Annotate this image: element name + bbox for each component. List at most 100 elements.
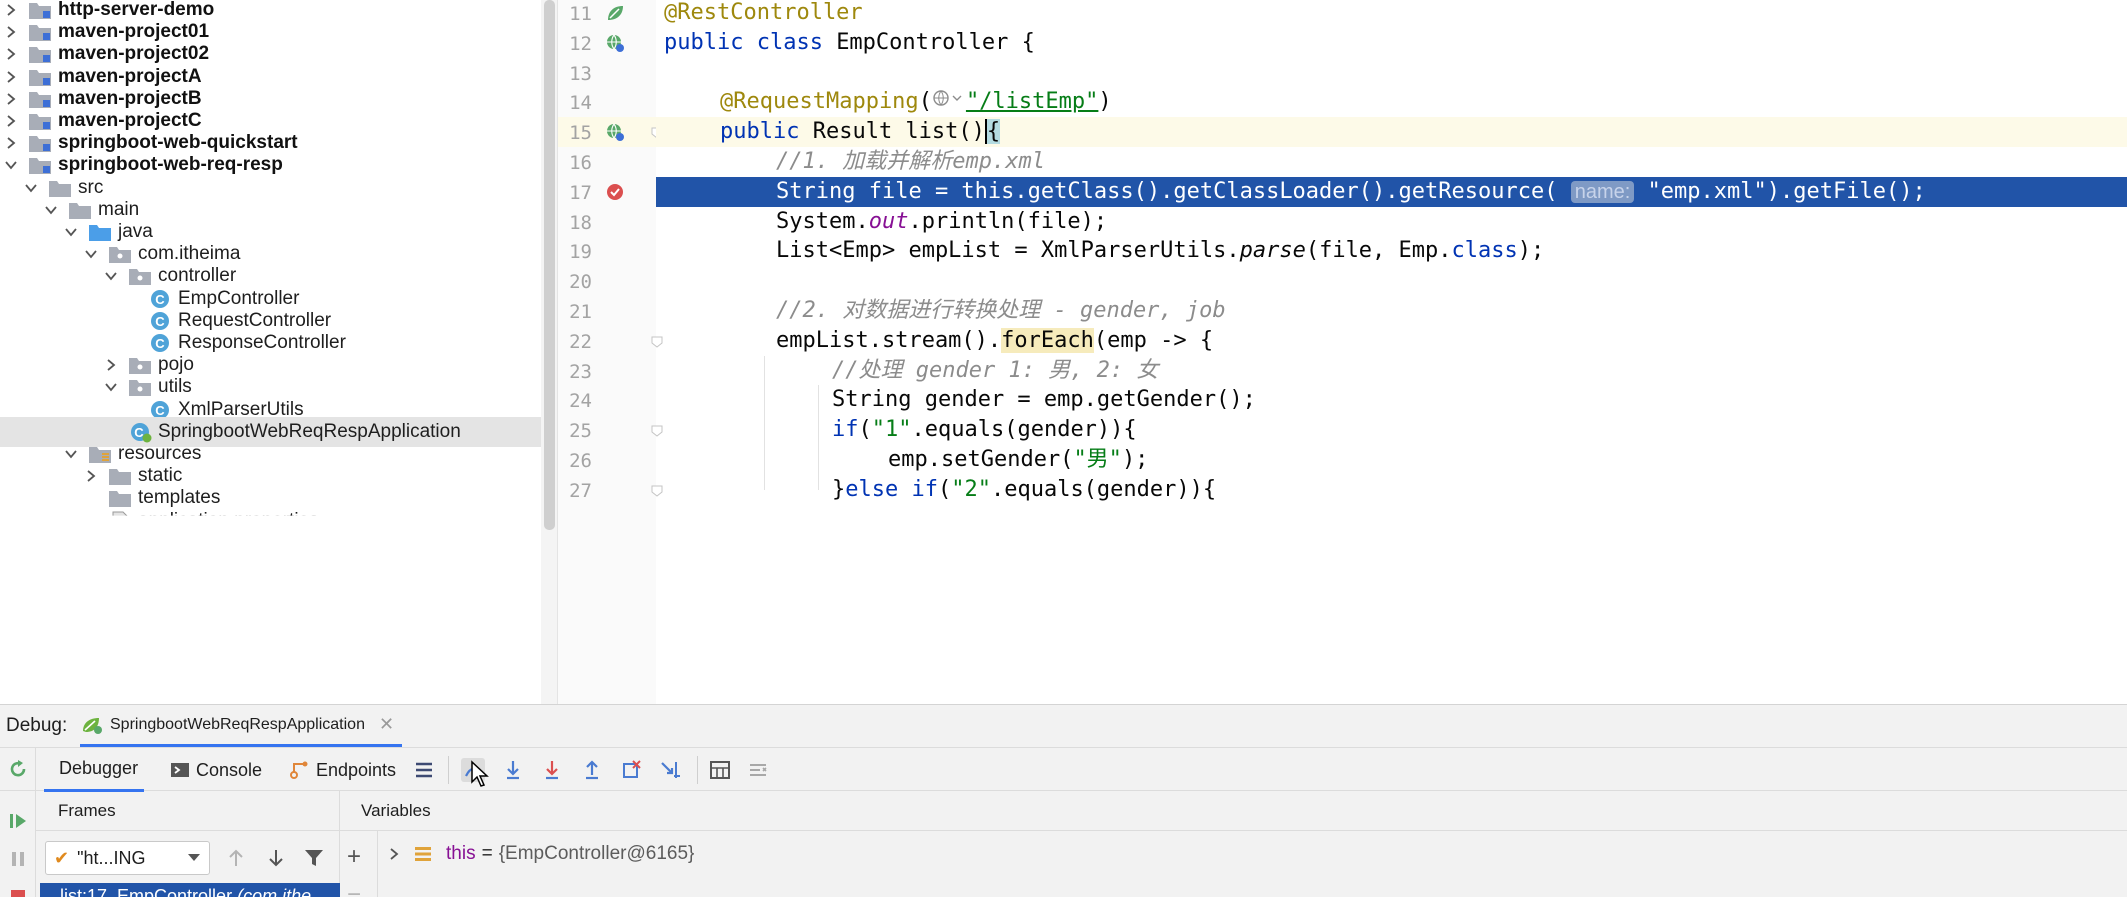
code-line[interactable]: String gender = emp.getGender(); [656,385,2127,415]
code-token: "男" [1073,447,1122,472]
code-editor[interactable]: 11 12 13 14 15 16 17 18 19 20 21 22 23 24 25 26 27 @Rest… [558,0,2127,704]
gutter-line[interactable]: 22 [558,326,663,356]
code-token: System. [776,208,869,234]
gutter-line[interactable]: 21 [558,296,656,326]
code-area[interactable]: @RestController public class EmpControlle… [656,0,2127,704]
svg-text:C: C [155,403,165,418]
thread-select[interactable]: ✔ "ht...ING [45,841,210,875]
code-line[interactable]: System.out.println(file); [656,207,2127,237]
pause-icon[interactable] [6,847,30,871]
code-line[interactable]: emp.setGender("男"); [656,445,2127,475]
debug-session-label: SpringbootWebReqRespApplication [110,715,365,733]
code-token: parse [1239,238,1306,264]
gutter-line[interactable]: 12 [558,28,656,58]
gutter-line[interactable]: 27 [558,475,663,505]
line-number: 11 [569,3,592,25]
code-line-content: System.out.println(file); [776,207,1107,237]
gutter-line[interactable]: 15 [558,117,663,147]
remove-watch-icon[interactable]: − [347,881,361,897]
evaluate-expression-icon[interactable] [708,758,732,782]
code-line[interactable]: @RequestMapping("/listEmp") [656,87,2127,117]
editor-gutter[interactable]: 11 12 13 14 15 16 17 18 19 20 21 22 23 24 25 26 27 [558,0,663,704]
spring-web-icon[interactable] [605,122,625,142]
code-line-content: public Result list(){ [720,117,1001,147]
gutter-line[interactable]: 19 [558,236,656,266]
frame-method: list:17, EmpController [60,886,233,897]
toolbar-separator [697,756,698,784]
line-number: 23 [569,360,592,383]
gutter-line[interactable]: 26 [558,445,656,475]
tab-console[interactable]: Console [170,748,262,792]
debug-side-strip [0,747,36,897]
code-line[interactable]: if("1".equals(gender)){ [656,415,2127,445]
gutter-line[interactable]: 24 [558,385,656,415]
tree-scrollbar[interactable] [541,0,557,704]
gutter-line[interactable]: 25 [558,415,663,445]
code-line-content: @RequestMapping("/listEmp") [720,87,1112,117]
step-over-icon[interactable] [501,758,525,782]
gutter-line[interactable]: 23 [558,356,656,386]
code-line[interactable]: //2. 对数据进行转换处理 - gender, job [656,296,2127,326]
rerun-icon[interactable] [6,757,30,781]
drop-frame-icon[interactable] [619,758,643,782]
tree-item[interactable]: application.properties [0,506,541,531]
line-number: 16 [569,152,592,174]
debug-session-tab[interactable]: SpringbootWebReqRespApplication ✕ [80,705,403,747]
arrow-up-icon[interactable] [224,846,248,870]
spring-bean-icon[interactable] [605,3,625,23]
code-line[interactable] [656,58,2127,88]
code-line[interactable]: List<Emp> empList = XmlParserUtils.parse… [656,236,2127,266]
add-watch-icon[interactable]: + [347,843,361,871]
variables-panel: Variables + − this = {EmpController@6165… [340,791,2127,897]
line-number: 12 [569,32,592,55]
scrollbar-thumb[interactable] [544,0,555,530]
code-line[interactable]: String file = this.getClass().getClassLo… [656,176,2127,207]
code-line-content: public class EmpController { [664,28,1035,58]
close-icon[interactable]: ✕ [379,714,394,735]
resume-icon[interactable] [6,809,30,833]
globe-icon[interactable] [932,87,966,117]
code-line[interactable]: //处理 gender 1: 男, 2: 女 [656,356,2127,386]
code-token: public [720,119,813,145]
step-out-icon[interactable] [580,758,604,782]
breakpoint-icon[interactable] [605,182,625,202]
trace-icon[interactable] [746,758,770,782]
run-to-cursor-icon[interactable] [659,758,683,782]
step-into-icon[interactable] [540,758,564,782]
code-token: .equals(gender)){ [990,476,1217,502]
gutter-line[interactable]: 14 [558,87,656,117]
spring-web-icon[interactable] [605,33,625,53]
tab-endpoints[interactable]: Endpoints [288,748,396,792]
gutter-line[interactable]: 11 [558,0,656,28]
code-line[interactable]: public class EmpController { [656,28,2127,58]
code-line[interactable]: empList.stream().forEach(emp -> { [656,326,2127,356]
mouse-cursor-icon [471,760,489,787]
gutter-line[interactable]: 20 [558,266,656,296]
field-stack-icon [415,847,431,861]
variable-row[interactable]: this = {EmpController@6165} [388,839,694,869]
code-line[interactable]: }else if("2".equals(gender)){ [656,475,2127,505]
code-token: ); [1121,447,1149,472]
stop-icon[interactable] [6,885,30,897]
toolbar-separator [448,756,449,784]
gutter-line[interactable]: 17 [558,177,656,207]
filter-icon[interactable] [302,846,326,870]
code-line[interactable] [656,266,2127,296]
code-token: if [832,417,859,443]
gutter-line[interactable]: 18 [558,207,656,237]
code-token: public class [664,29,837,55]
code-line[interactable]: public Result list(){ [656,117,2127,147]
line-number: 15 [569,122,592,145]
gutter-line[interactable]: 13 [558,58,656,88]
tab-debugger[interactable]: Debugger [44,748,144,792]
code-line[interactable]: @RestController [656,0,2127,28]
gutter-line[interactable]: 16 [558,147,656,177]
menu-lines-icon[interactable] [412,758,436,782]
code-line[interactable]: //1. 加载并解析emp.xml [656,147,2127,177]
frame-row[interactable]: list:17, EmpController (com.ithe [40,883,340,897]
arrow-down-icon[interactable] [264,846,288,870]
line-number: 21 [569,301,592,323]
properties-file-icon [108,510,132,516]
chevron-right-icon[interactable] [388,847,400,861]
tree-item-label: application.properties [138,509,319,531]
